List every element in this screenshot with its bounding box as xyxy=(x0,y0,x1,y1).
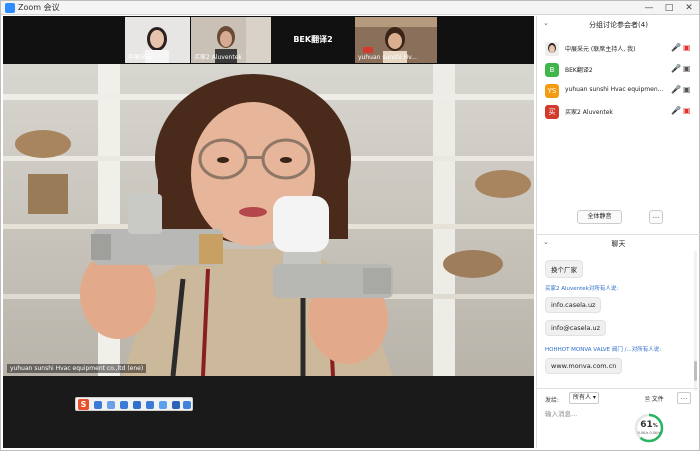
network-speed-gauge: 61% 0.0K/s 0.0K/s xyxy=(634,413,664,443)
chat-scrollbar[interactable] xyxy=(694,251,697,391)
chat-header: ⌄ 聊天 xyxy=(537,234,700,250)
window-title: Zoom 会议 xyxy=(18,3,60,12)
main-speaker-video: yuhuan sunshi Hvac equipment co.,ltd (en… xyxy=(3,64,534,376)
participant-row[interactable]: B BEK翻译2 🎤 ▣ xyxy=(537,61,700,79)
sogou-logo-icon[interactable]: S xyxy=(78,399,89,410)
chat-more-button[interactable]: ... xyxy=(677,392,691,404)
chat-message: www.monva.com.cn xyxy=(545,358,623,374)
ime-mode-icon[interactable] xyxy=(94,401,102,409)
camera-icon[interactable]: ▣ xyxy=(683,85,691,94)
zoom-window: Zoom 会议 — □ ✕ 中展采元 买家2 Aluventek BEK翻译2 … xyxy=(0,0,700,451)
mic-icon[interactable]: 🎤 xyxy=(671,64,681,73)
participant-name: BEK翻译2 xyxy=(565,67,593,74)
gauge-speed: 0.0K/s 0.0K/s xyxy=(637,431,661,435)
participant-row[interactable]: 买 买家2 Aluventek 🎤 ▣ xyxy=(537,103,700,121)
thumbnail-strip: 中展采元 买家2 Aluventek BEK翻译2 yuhuan sunshi … xyxy=(3,16,534,64)
thumbnail-3[interactable]: BEK翻译2 xyxy=(272,17,354,63)
mic-icon[interactable]: 🎤 xyxy=(671,106,681,115)
chat-title: 聊天 xyxy=(611,240,626,248)
participant-name: yuhuan sunshi Hvac equipment c... xyxy=(565,86,665,93)
gauge-percent: 61% xyxy=(640,420,658,430)
file-button[interactable]: 🗎 文件 xyxy=(645,394,664,405)
thumbnail-label: yuhuan sunshi Hv... xyxy=(358,54,417,61)
chat-sender: 买家2 Aluventek对所有人说: xyxy=(545,286,619,292)
speaker-video-image xyxy=(3,64,534,376)
toolbox-icon[interactable] xyxy=(172,401,180,409)
close-icon[interactable]: ✕ xyxy=(679,1,699,15)
participant-name: 买家2 Aluventek xyxy=(565,109,613,116)
ime-toolbar[interactable]: S xyxy=(75,397,193,411)
avatar: YS xyxy=(545,84,559,98)
camera-off-icon[interactable]: ▣ xyxy=(683,106,691,115)
participant-name: 中展采元 (联席主持人, 我) xyxy=(565,46,636,53)
chat-message: 换个厂家 xyxy=(545,260,583,278)
send-to-label: 发给: xyxy=(545,397,560,404)
avatar xyxy=(545,42,559,56)
camera-off-icon[interactable]: ▣ xyxy=(683,43,691,52)
mic-muted-icon[interactable]: 🎤 xyxy=(671,43,681,52)
avatar: 买 xyxy=(545,105,559,119)
minimize-icon[interactable]: — xyxy=(639,1,659,15)
file-label: 文件 xyxy=(651,396,664,403)
video-area: 中展采元 买家2 Aluventek BEK翻译2 yuhuan sunshi … xyxy=(3,16,534,448)
camera-icon[interactable]: ▣ xyxy=(683,64,691,73)
mic-icon[interactable]: 🎤 xyxy=(671,85,681,94)
zoom-app-icon xyxy=(5,3,15,13)
chat-input[interactable]: 输入消息... xyxy=(545,408,645,420)
scrollbar-thumb[interactable] xyxy=(694,361,697,381)
participant-row[interactable]: YS yuhuan sunshi Hvac equipment c... 🎤 ▣ xyxy=(537,82,700,100)
send-to-value: 所有人 xyxy=(573,394,592,401)
thumbnail-label: 中展采元 xyxy=(128,54,153,61)
chat-sender: HOHHOT MONVA VALVE 阀门 /...对所有人说: xyxy=(545,347,662,353)
participants-title: 分组讨论参会者(4) xyxy=(589,21,648,29)
menu-grid-icon[interactable] xyxy=(183,401,191,409)
thumbnail-1[interactable]: 中展采元 xyxy=(125,17,190,63)
keyboard-icon[interactable] xyxy=(146,401,154,409)
emoji-icon[interactable] xyxy=(120,401,128,409)
thumbnail-2[interactable]: 买家2 Aluventek xyxy=(191,17,271,63)
thumbnail-4[interactable]: yuhuan sunshi Hv... xyxy=(355,17,437,63)
punctuation-icon[interactable] xyxy=(107,401,115,409)
chat-message: info@casela.uz xyxy=(545,320,607,336)
speaker-name-label: yuhuan sunshi Hvac equipment co.,ltd (en… xyxy=(7,364,147,373)
microphone-icon[interactable] xyxy=(133,401,141,409)
maximize-icon[interactable]: □ xyxy=(659,1,679,15)
send-to-select[interactable]: 所有人 ▾ xyxy=(569,392,599,404)
participants-more-button[interactable]: ... xyxy=(649,210,663,224)
thumbnail-label: 买家2 Aluventek xyxy=(194,54,242,61)
avatar: B xyxy=(545,63,559,77)
skin-icon[interactable] xyxy=(159,401,167,409)
thumbnail-label: BEK翻译2 xyxy=(293,35,333,44)
right-panel: ⌄ 分组讨论参会者(4) 中展采元 (联席主持人, 我) 🎤 ▣ B BEK翻译… xyxy=(536,16,700,448)
participant-row[interactable]: 中展采元 (联席主持人, 我) 🎤 ▣ xyxy=(537,40,700,58)
mute-all-button[interactable]: 全体静音 xyxy=(577,210,622,224)
chat-message: info.casela.uz xyxy=(545,297,602,313)
chat-compose: 发给: 所有人 ▾ 🗎 文件 ... 输入消息... 61% 0.0K/s 0.… xyxy=(537,388,700,448)
title-bar: Zoom 会议 — □ ✕ xyxy=(1,1,699,15)
